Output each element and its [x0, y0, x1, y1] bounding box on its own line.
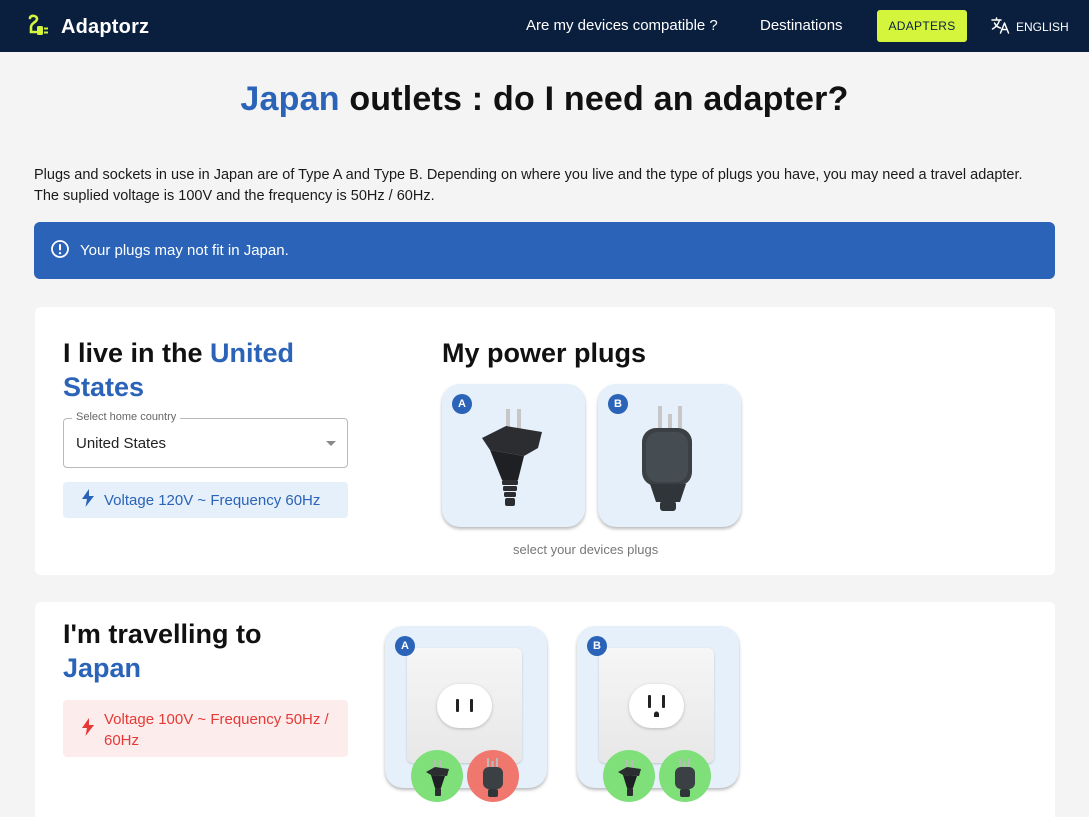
destination-heading: I'm travelling to Japan [63, 617, 363, 685]
home-heading: I live in the United States [63, 336, 363, 404]
plug-a-compatible-indicator [411, 750, 463, 802]
outlet-type-b-faceplate [599, 648, 714, 763]
plug-type-b-icon [483, 758, 503, 797]
plug-type-a-icon [426, 760, 449, 796]
title-text: outlets : do I need an adapter? [339, 80, 849, 118]
select-label: Select home country [72, 411, 181, 423]
top-nav-bar: Adaptorz Are my devices compatible ? Des… [0, 0, 1089, 52]
plug-type-b-badge: B [608, 394, 628, 414]
home-voltage-text: Voltage 120V ~ Frequency 60Hz [104, 491, 321, 509]
plug-type-a-badge: A [452, 394, 472, 414]
destination-heading-country: Japan [63, 653, 142, 683]
plugs-hint: select your devices plugs [513, 542, 659, 557]
lightning-icon [81, 489, 95, 511]
plugs-heading: My power plugs [442, 338, 647, 368]
outlet-type-a-tile: A [385, 626, 547, 802]
plug-type-b-icon [675, 758, 695, 797]
caret-down-icon[interactable] [326, 441, 336, 446]
destination-voltage-text: Voltage 100V ~ Frequency 50Hz / 60Hz [104, 711, 329, 749]
page-title: Japan outlets : do I need an adapter? [0, 80, 1089, 119]
title-country: Japan [240, 80, 340, 118]
plug-type-b-tile[interactable]: B [598, 384, 741, 527]
outlet-type-a-badge: A [395, 636, 415, 656]
home-heading-prefix: I live in the [63, 338, 211, 368]
outlet-type-a-faceplate [407, 648, 522, 763]
destination-card: I'm travelling to Japan Voltage 100V ~ F… [35, 602, 1055, 817]
home-voltage-chip: Voltage 120V ~ Frequency 60Hz [63, 482, 348, 518]
brand-logo-link[interactable]: Adaptorz [26, 12, 149, 43]
intro-paragraph: Plugs and sockets in use in Japan are of… [34, 167, 1023, 204]
destination-voltage-chip: Voltage 100V ~ Frequency 50Hz / 60Hz [63, 700, 348, 757]
adapters-button[interactable]: ADAPTERS [877, 10, 967, 42]
outlet-type-b-socket [629, 684, 684, 728]
alert-text: Your plugs may not fit in Japan. [80, 242, 289, 259]
home-country-select[interactable]: Select home country United States [63, 411, 348, 468]
select-value: United States [76, 435, 167, 452]
outlet-type-a-socket [437, 684, 492, 728]
nav-destinations-link[interactable]: Destinations [760, 17, 843, 34]
outlet-type-b-badge: B [587, 636, 607, 656]
plug-type-a-icon [618, 760, 641, 796]
language-selector[interactable]: ENGLISH [991, 17, 1069, 37]
plug-b-compatible-indicator [659, 750, 711, 802]
info-icon [50, 239, 70, 263]
translate-icon [991, 17, 1010, 37]
compatibility-alert: Your plugs may not fit in Japan. [34, 222, 1055, 279]
plug-b-incompatible-indicator [467, 750, 519, 802]
language-label: ENGLISH [1016, 20, 1069, 34]
nav-compatibility-link[interactable]: Are my devices compatible ? [526, 17, 718, 34]
plug-a-compatible-indicator [603, 750, 655, 802]
brand-name: Adaptorz [61, 16, 150, 38]
home-country-card: I live in the United States Select home … [35, 307, 1055, 575]
destination-heading-prefix: I'm travelling to [63, 619, 262, 649]
plug-type-a-tile[interactable]: A [442, 384, 585, 527]
plug-logo-icon [26, 12, 52, 43]
outlet-type-b-tile: B [577, 626, 739, 802]
lightning-icon [81, 718, 95, 742]
